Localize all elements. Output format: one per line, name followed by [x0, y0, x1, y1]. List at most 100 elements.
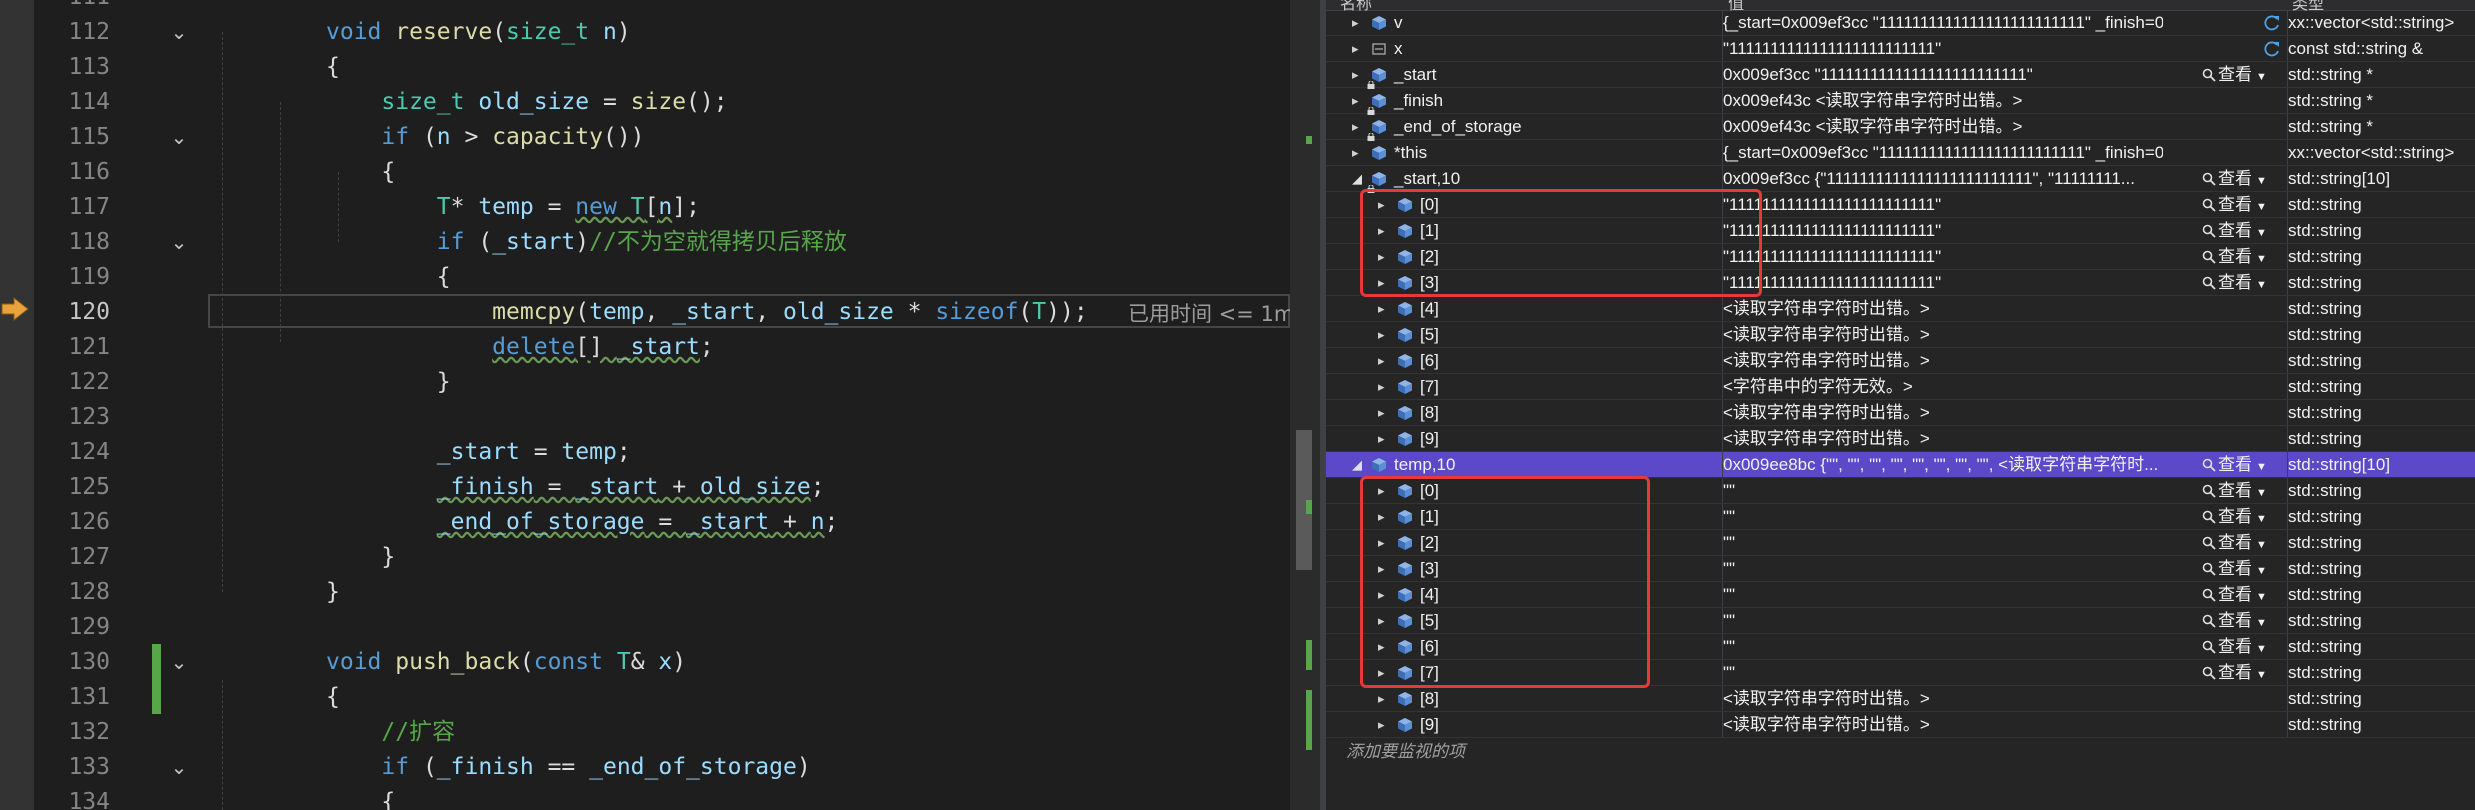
- expand-arrow-icon[interactable]: ▸: [1352, 88, 1359, 114]
- watch-value[interactable]: "1111111111111111111111111": [1723, 244, 2163, 270]
- dropdown-caret-icon[interactable]: ▼: [2256, 201, 2267, 213]
- watch-type[interactable]: std::string *: [2288, 88, 2475, 114]
- code-line[interactable]: 122 }: [0, 365, 1290, 400]
- code-text[interactable]: {: [326, 785, 395, 810]
- watch-type[interactable]: std::string: [2288, 686, 2475, 712]
- code-text[interactable]: void reserve(size_t n): [326, 15, 631, 50]
- code-text[interactable]: if (_start)//不为空就得拷贝后释放: [326, 225, 847, 260]
- watch-value[interactable]: <字符串中的字符无效。>: [1723, 374, 2163, 400]
- view-visualizer-button[interactable]: 查看 ▼: [2202, 608, 2267, 636]
- watch-name[interactable]: _start: [1394, 62, 1437, 88]
- watch-name[interactable]: [8]: [1420, 686, 1439, 712]
- dropdown-caret-icon[interactable]: ▼: [2256, 539, 2267, 551]
- dropdown-caret-icon[interactable]: ▼: [2256, 643, 2267, 655]
- watch-value[interactable]: <读取字符串字符时出错。>: [1723, 712, 2163, 738]
- watch-name[interactable]: [5]: [1420, 322, 1439, 348]
- code-editor[interactable]: 111112⌄void reserve(size_t n)113{114 siz…: [0, 0, 1290, 810]
- expand-arrow-icon[interactable]: ▸: [1378, 348, 1385, 374]
- code-text[interactable]: delete[] _start;: [326, 330, 714, 365]
- watch-value[interactable]: <读取字符串字符时出错。>: [1723, 426, 2163, 452]
- expand-arrow-icon[interactable]: ▸: [1352, 36, 1359, 62]
- code-line[interactable]: 111: [0, 0, 1290, 15]
- expand-arrow-icon[interactable]: ▸: [1378, 686, 1385, 712]
- dropdown-caret-icon[interactable]: ▼: [2256, 175, 2267, 187]
- fold-chevron-icon[interactable]: ⌄: [166, 124, 192, 150]
- watch-type[interactable]: std::string: [2288, 712, 2475, 738]
- view-visualizer-button[interactable]: 查看 ▼: [2202, 504, 2267, 532]
- dropdown-caret-icon[interactable]: ▼: [2256, 487, 2267, 499]
- watch-name[interactable]: temp,10: [1394, 452, 1455, 478]
- watch-type[interactable]: std::string: [2288, 530, 2475, 556]
- expand-arrow-icon[interactable]: ▸: [1352, 114, 1359, 140]
- expand-arrow-icon[interactable]: ▸: [1352, 140, 1359, 166]
- code-text[interactable]: size_t old_size = size();: [326, 85, 727, 120]
- watch-row[interactable]: ▸ [7] <字符串中的字符无效。> std::string: [1326, 374, 2475, 400]
- dropdown-caret-icon[interactable]: ▼: [2256, 617, 2267, 629]
- watch-name[interactable]: [9]: [1420, 426, 1439, 452]
- expand-arrow-icon[interactable]: ▸: [1378, 296, 1385, 322]
- dropdown-caret-icon[interactable]: ▼: [2256, 279, 2267, 291]
- watch-row[interactable]: ▸ v {_start=0x009ef3cc "111111111111111111…: [1326, 10, 2475, 36]
- code-line[interactable]: 124 _start = temp;: [0, 435, 1290, 470]
- dropdown-caret-icon[interactable]: ▼: [2256, 513, 2267, 525]
- view-visualizer-button[interactable]: 查看 ▼: [2202, 452, 2267, 480]
- watch-value[interactable]: "": [1723, 660, 2163, 686]
- dropdown-caret-icon[interactable]: ▼: [2256, 227, 2267, 239]
- code-line[interactable]: 117 T* temp = new T[n];: [0, 190, 1290, 225]
- code-line[interactable]: 114 size_t old_size = size();: [0, 85, 1290, 120]
- watch-value[interactable]: 0x009ee8bc {"", "", "", "", "", "", "", …: [1723, 452, 2163, 478]
- watch-type[interactable]: std::string: [2288, 660, 2475, 686]
- expand-arrow-icon[interactable]: ▸: [1352, 62, 1359, 88]
- expand-arrow-icon[interactable]: ▸: [1378, 400, 1385, 426]
- watch-type[interactable]: std::string: [2288, 504, 2475, 530]
- code-text[interactable]: {: [326, 680, 340, 715]
- code-line[interactable]: 125 _finish = _start + old_size;: [0, 470, 1290, 505]
- watch-value[interactable]: "": [1723, 556, 2163, 582]
- watch-value[interactable]: "": [1723, 582, 2163, 608]
- code-text[interactable]: //扩容: [326, 715, 455, 750]
- view-visualizer-button[interactable]: 查看 ▼: [2202, 218, 2267, 246]
- view-visualizer-button[interactable]: 查看 ▼: [2202, 166, 2267, 194]
- elapsed-time-hint[interactable]: 已用时间 <= 1m: [1128, 298, 1290, 328]
- watch-value[interactable]: "": [1723, 608, 2163, 634]
- code-line[interactable]: 120 memcpy(temp, _start, old_size * size…: [0, 295, 1290, 330]
- expand-arrow-icon[interactable]: ▸: [1378, 374, 1385, 400]
- code-line[interactable]: 129: [0, 610, 1290, 645]
- code-line[interactable]: 132 //扩容: [0, 715, 1290, 750]
- watch-type[interactable]: std::string: [2288, 374, 2475, 400]
- code-text[interactable]: {: [326, 260, 451, 295]
- code-text[interactable]: _finish = _start + old_size;: [326, 470, 825, 505]
- view-visualizer-button[interactable]: 查看 ▼: [2202, 660, 2267, 688]
- watch-window[interactable]: 名称 值 类型 ▸ v {_start=0x009ef3cc "1111111111…: [1326, 0, 2475, 810]
- watch-value[interactable]: "": [1723, 478, 2163, 504]
- watch-type[interactable]: std::string: [2288, 218, 2475, 244]
- watch-name[interactable]: [4]: [1420, 296, 1439, 322]
- refresh-icon[interactable]: [2262, 13, 2282, 33]
- watch-type[interactable]: std::string[10]: [2288, 166, 2475, 192]
- dropdown-caret-icon[interactable]: ▼: [2256, 71, 2267, 83]
- dropdown-caret-icon[interactable]: ▼: [2256, 461, 2267, 473]
- watch-name[interactable]: _end_of_storage: [1394, 114, 1522, 140]
- fold-chevron-icon[interactable]: ⌄: [166, 19, 192, 45]
- code-text[interactable]: _end_of_storage = _start + n;: [326, 505, 839, 540]
- watch-type[interactable]: std::string *: [2288, 114, 2475, 140]
- watch-row[interactable]: ▸ _finish 0x009ef43c <读取字符串字符时出错。> std::str…: [1326, 88, 2475, 115]
- watch-type[interactable]: std::string: [2288, 400, 2475, 426]
- code-line[interactable]: 113 {: [0, 50, 1290, 85]
- watch-row[interactable]: ▸ [6] <读取字符串字符时出错。> std::string: [1326, 348, 2475, 374]
- code-text[interactable]: if (_finish == _end_of_storage): [326, 750, 810, 785]
- dropdown-caret-icon[interactable]: ▼: [2256, 565, 2267, 577]
- watch-row[interactable]: ▸ _end_of_storage 0x009ef43c <读取字符串字符时出错。>…: [1326, 114, 2475, 141]
- watch-value[interactable]: "": [1723, 504, 2163, 530]
- watch-name[interactable]: [9]: [1420, 712, 1439, 738]
- watch-type[interactable]: std::string: [2288, 244, 2475, 270]
- dropdown-caret-icon[interactable]: ▼: [2256, 669, 2267, 681]
- watch-type[interactable]: std::string: [2288, 556, 2475, 582]
- code-line[interactable]: 123: [0, 400, 1290, 435]
- expand-arrow-icon[interactable]: ▸: [1378, 712, 1385, 738]
- code-text[interactable]: _start = temp;: [326, 435, 631, 470]
- watch-row[interactable]: ▸ [8] <读取字符串字符时出错。> std::string: [1326, 400, 2475, 426]
- code-line[interactable]: 115 ⌄ if (n > capacity()): [0, 120, 1290, 155]
- view-visualizer-button[interactable]: 查看 ▼: [2202, 478, 2267, 506]
- watch-name[interactable]: *this: [1394, 140, 1427, 166]
